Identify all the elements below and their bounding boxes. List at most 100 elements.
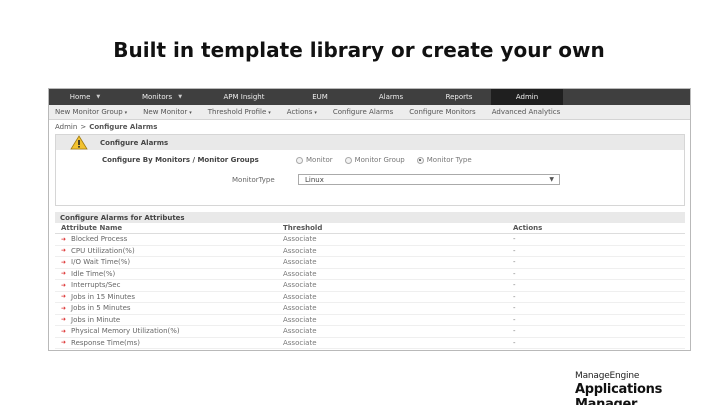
nav-reports[interactable]: Reports <box>427 89 491 105</box>
nav-home-label: Home <box>69 93 91 101</box>
associate-link[interactable]: Associate <box>283 316 513 324</box>
app-screenshot: Home ▼ Monitors ▼ APM Insight EUM Alarms… <box>48 88 691 351</box>
arrow-icon: ➜ <box>61 258 67 266</box>
arrow-icon: ➜ <box>61 339 67 347</box>
arrow-icon: ➜ <box>61 293 67 301</box>
nav-eum[interactable]: EUM <box>285 89 355 105</box>
subnav-configure-alarms[interactable]: Configure Alarms <box>325 108 401 116</box>
action-value: - <box>513 338 516 347</box>
nav-home[interactable]: Home ▼ <box>49 89 121 105</box>
table-row: ➜ Jobs in Minute Associate - <box>55 315 685 326</box>
radio-circle-selected[interactable] <box>416 156 424 164</box>
associate-link[interactable]: Associate <box>283 258 513 266</box>
action-value: - <box>513 246 516 255</box>
subnav-actions[interactable]: Actions ▾ <box>279 108 325 116</box>
configure-by-row: Configure By Monitors / Monitor Groups M… <box>102 156 484 164</box>
associate-link[interactable]: Associate <box>283 339 513 347</box>
monitor-type-row: MonitorType Linux ▼ <box>232 174 560 185</box>
chevron-down-icon: ▼ <box>178 94 183 100</box>
table-row: ➜ I/O Wait Time(%) Associate - <box>55 257 685 269</box>
attribute-name-link[interactable]: Idle Time(%) <box>71 270 115 278</box>
attributes-title: Configure Alarms for Attributes <box>55 212 685 223</box>
monitor-type-select[interactable]: Linux ▼ <box>298 174 560 185</box>
subnav-label: Advanced Analytics <box>491 108 561 116</box>
chevron-down-icon: ▾ <box>189 110 192 116</box>
radio-circle[interactable] <box>344 156 352 164</box>
attribute-name-link[interactable]: Jobs in Minute <box>71 316 120 324</box>
monitor-type-value: Linux <box>305 175 324 184</box>
nav-monitors[interactable]: Monitors ▼ <box>121 89 203 105</box>
radio-monitor[interactable]: Monitor <box>296 156 333 164</box>
arrow-icon: ➜ <box>61 235 67 243</box>
action-value: - <box>513 292 516 301</box>
top-navigation: Home ▼ Monitors ▼ APM Insight EUM Alarms… <box>49 89 690 105</box>
radio-label: Monitor Type <box>426 156 472 164</box>
action-value: - <box>513 327 516 336</box>
nav-alarms[interactable]: Alarms <box>355 89 427 105</box>
arrow-icon: ➜ <box>61 270 67 278</box>
configure-by-label: Configure By Monitors / Monitor Groups <box>102 156 259 164</box>
subnav-new-monitor-group[interactable]: New Monitor Group ▾ <box>49 108 135 116</box>
arrow-icon: ➜ <box>61 247 67 255</box>
subnav-new-monitor[interactable]: New Monitor ▾ <box>135 108 200 116</box>
attribute-name-link[interactable]: Jobs in 5 Minutes <box>71 304 131 312</box>
associate-link[interactable]: Associate <box>283 304 513 312</box>
action-value: - <box>513 304 516 313</box>
action-value: - <box>513 281 516 290</box>
subnav-advanced-analytics[interactable]: Advanced Analytics <box>484 108 569 116</box>
radio-label: Monitor Group <box>354 156 405 164</box>
attributes-panel: Configure Alarms for Attributes Attribut… <box>55 212 685 349</box>
table-row: ➜ Interrupts/Sec Associate - <box>55 280 685 292</box>
action-value: - <box>513 315 516 324</box>
associate-link[interactable]: Associate <box>283 293 513 301</box>
column-attribute-name: Attribute Name <box>61 224 123 232</box>
configure-alarms-header: Configure Alarms <box>56 135 684 150</box>
arrow-icon: ➜ <box>61 281 67 289</box>
attribute-name-link[interactable]: Jobs in 15 Minutes <box>71 293 135 301</box>
nav-reports-label: Reports <box>445 93 473 101</box>
configure-alarms-panel: Configure Alarms Configure By Monitors /… <box>55 134 685 206</box>
attribute-name-link[interactable]: CPU Utilization(%) <box>71 247 135 255</box>
radio-monitor-group[interactable]: Monitor Group <box>344 156 405 164</box>
subnav-configure-monitors[interactable]: Configure Monitors <box>401 108 483 116</box>
breadcrumb-current: Configure Alarms <box>89 123 158 131</box>
associate-link[interactable]: Associate <box>283 235 513 243</box>
action-value: - <box>513 235 516 244</box>
breadcrumb-admin-link[interactable]: Admin <box>55 123 77 131</box>
arrow-icon: ➜ <box>61 327 67 335</box>
breadcrumb: Admin > Configure Alarms <box>49 120 690 134</box>
chevron-down-icon: ▾ <box>124 110 128 116</box>
configure-alarms-title: Configure Alarms <box>100 138 169 147</box>
attribute-name-link[interactable]: Interrupts/Sec <box>71 281 120 289</box>
attribute-name-link[interactable]: Response Time(ms) <box>71 339 140 347</box>
radio-circle[interactable] <box>296 156 303 164</box>
attribute-name-link[interactable]: Blocked Process <box>71 235 127 243</box>
nav-apm-insight[interactable]: APM Insight <box>203 89 285 105</box>
nav-alarms-label: Alarms <box>378 93 404 101</box>
associate-link[interactable]: Associate <box>283 270 513 278</box>
associate-link[interactable]: Associate <box>283 281 513 289</box>
associate-link[interactable]: Associate <box>283 327 513 335</box>
table-row: ➜ CPU Utilization(%) Associate - <box>55 246 685 257</box>
logo-line-2: Applications Manager <box>575 382 663 405</box>
chevron-down-icon[interactable]: ▼ <box>549 176 554 183</box>
subnav-label: Configure Alarms <box>332 108 394 116</box>
attributes-header-row: Attribute Name Threshold Actions <box>55 223 685 234</box>
chevron-down-icon: ▼ <box>96 94 101 100</box>
table-row: ➜ Jobs in 5 Minutes Associate - <box>55 303 685 315</box>
breadcrumb-separator: > <box>80 123 87 131</box>
attribute-name-link[interactable]: I/O Wait Time(%) <box>71 258 130 266</box>
table-row: ➜ Physical Memory Utilization(%) Associat… <box>55 326 685 338</box>
nav-admin[interactable]: Admin <box>491 89 563 105</box>
column-actions: Actions <box>513 224 543 232</box>
subnav-threshold-profile[interactable]: Threshold Profile ▾ <box>200 108 279 116</box>
attribute-name-link[interactable]: Physical Memory Utilization(%) <box>71 327 180 335</box>
radio-monitor-type[interactable]: Monitor Type <box>416 156 472 164</box>
subnav-label: New Monitor <box>143 108 188 116</box>
table-row: ➜ Blocked Process Associate - <box>55 234 685 246</box>
action-value: - <box>513 269 516 278</box>
associate-link[interactable]: Associate <box>283 247 513 255</box>
configure-alarms-body: Configure By Monitors / Monitor Groups M… <box>56 150 684 205</box>
sub-navigation: New Monitor Group ▾ New Monitor ▾ Threshol… <box>49 105 690 120</box>
arrow-icon: ➜ <box>61 316 67 324</box>
